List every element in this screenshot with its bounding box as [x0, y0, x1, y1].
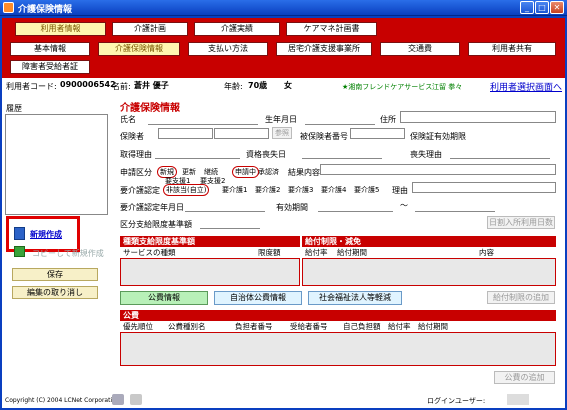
staff-name: 江留 拳々 [432, 83, 463, 91]
tab-municipal-info[interactable]: 自治体公費情報 [214, 291, 302, 305]
care4-option[interactable]: 要介護4 [321, 185, 346, 195]
subtab-payment[interactable]: 支払い方法 [188, 42, 268, 56]
minimize-button[interactable]: _ [520, 1, 534, 14]
subtab-user-share[interactable]: 利用者共有 [468, 42, 556, 56]
limit-label: 区分支給限度基準額 [120, 220, 192, 229]
tab-public-info[interactable]: 公費情報 [120, 291, 208, 305]
add-public-button[interactable]: 公費の追加 [494, 371, 555, 384]
care5-option[interactable]: 要介護5 [354, 185, 379, 195]
subtab-disability-cert[interactable]: 障害者受給者証 [10, 60, 90, 74]
copyright: Copyright (C) 2004 LCNet Corporation [5, 397, 120, 404]
apply-approved-option[interactable]: 承認済 [258, 167, 279, 177]
care-cert-label: 要介護認定 [120, 186, 160, 195]
history-list[interactable] [5, 114, 108, 215]
prorate-button[interactable]: 日割入所利用日数 [487, 216, 555, 229]
copy-create-link[interactable]: コピーして新規作成 [32, 248, 104, 259]
subtab-transport[interactable]: 交通費 [380, 42, 460, 56]
copy-icon [14, 246, 25, 257]
tab-caremanager-plan[interactable]: ケアマネ計画書 [286, 22, 377, 36]
login-user-label: ログインユーザー: [427, 397, 486, 405]
phone-icon [112, 394, 124, 405]
user-sex: 女 [284, 81, 292, 90]
effective-label: 有効期間 [276, 203, 308, 212]
title-bar: 介護保険情報 _ □ ✕ [0, 0, 567, 16]
grid3-body[interactable] [120, 332, 556, 366]
tab-care-plan[interactable]: 介護計画 [112, 22, 188, 36]
document-icon [14, 227, 25, 240]
name-label: 名前: [112, 82, 131, 91]
insurer-ref-button[interactable]: 参照 [272, 127, 292, 139]
address-field[interactable] [400, 111, 556, 123]
history-label: 履歴 [6, 104, 22, 113]
result-field[interactable] [320, 164, 556, 175]
insured-no-field[interactable] [350, 128, 405, 139]
insurer-code-field[interactable] [158, 128, 213, 139]
tab-welfare-reduction[interactable]: 社会福祉法人等軽減 [308, 291, 402, 305]
login-user-value [507, 394, 529, 405]
user-info-bar: 利用者コード: 0900006542 名前: 蒼井 優子 年齢: 70歳 女 ★… [2, 78, 565, 93]
user-code: 0900006542 [60, 80, 116, 89]
grid2-title: 給付制限・減免 [302, 236, 556, 247]
care1-option[interactable]: 要介護1 [222, 185, 247, 195]
app-icon [3, 2, 14, 13]
subtab-support-office[interactable]: 居宅介護支援事業所 [276, 42, 372, 56]
subtab-insurance[interactable]: 介護保険情報 [98, 42, 180, 56]
user-select-link[interactable]: 利用者選択画面へ [490, 80, 562, 93]
valid-period-label: 保険証有効期限 [410, 132, 466, 141]
save-button[interactable]: 保存 [12, 268, 98, 281]
maximize-button[interactable]: □ [535, 1, 549, 14]
name-field-label: 氏名 [120, 115, 136, 124]
acq-date-label: 資格喪失日 [246, 150, 286, 159]
cert-date-label: 要介護認定年月日 [120, 203, 184, 212]
new-create-link[interactable]: 新規作成 [30, 229, 62, 240]
add-limit-button[interactable]: 給付制限の追加 [487, 291, 555, 304]
window-title: 介護保険情報 [18, 5, 73, 15]
loss-reason-label: 喪失理由 [410, 150, 442, 159]
care-none-option[interactable]: 非該当(自立) [163, 184, 210, 196]
insured-no-label: 被保険者番号 [300, 132, 348, 141]
reason-field[interactable] [412, 182, 556, 193]
cancel-edit-button[interactable]: 編集の取り消し [12, 286, 98, 299]
result-label: 結果内容 [288, 168, 320, 177]
tilde: 〜 [400, 201, 408, 210]
footer: Copyright (C) 2004 LCNet Corporation ログイ… [2, 393, 565, 407]
user-age: 70歳 [248, 81, 268, 90]
acq-reason-label: 取得理由 [120, 150, 152, 159]
user-name: 蒼井 優子 [134, 81, 169, 90]
tab-user-info[interactable]: 利用者情報 [15, 22, 106, 36]
address-label: 住所 [380, 115, 396, 124]
birthday-label: 生年月日 [265, 115, 297, 124]
close-button[interactable]: ✕ [550, 1, 564, 14]
subtab-basic[interactable]: 基本情報 [10, 42, 90, 56]
care2-option[interactable]: 要介護2 [255, 185, 280, 195]
print-icon [130, 394, 142, 405]
facility-name: ★湘南フレンドケアサービス [342, 83, 433, 91]
grid2-body[interactable] [302, 258, 556, 286]
care3-option[interactable]: 要介護3 [288, 185, 313, 195]
apply-pending-option[interactable]: 申請中 [232, 166, 259, 178]
grid1-title: 種類支給限度基準額 [120, 236, 300, 247]
tab-care-record[interactable]: 介護実績 [194, 22, 280, 36]
insurer-name-field[interactable] [214, 128, 269, 139]
apply-type-label: 申請区分 [120, 168, 152, 177]
reason-label: 理由 [392, 186, 408, 195]
insurer-label: 保険者 [120, 132, 144, 141]
age-label: 年齢: [224, 82, 243, 91]
grid1-body[interactable] [120, 258, 300, 286]
user-code-label: 利用者コード: [6, 82, 57, 91]
grid3-title: 公費 [120, 310, 556, 321]
section-title: 介護保険情報 [120, 103, 180, 114]
